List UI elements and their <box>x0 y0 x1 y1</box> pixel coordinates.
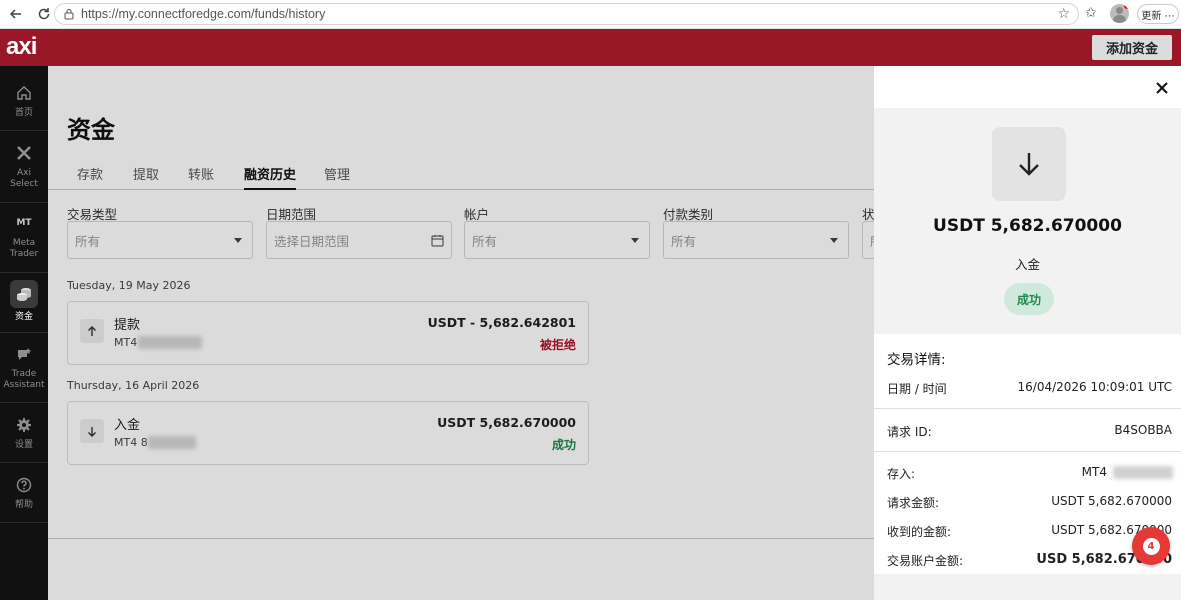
bookmark-star-icon[interactable]: ☆ <box>1057 6 1070 22</box>
sidebar-item-home[interactable]: 首页 <box>0 82 48 119</box>
sidebar-item-settings[interactable]: 设置 <box>0 414 48 451</box>
sidebar-item-label: Axi Select <box>10 168 38 189</box>
add-funds-button[interactable]: 添加资金 <box>1092 35 1172 60</box>
modal-backdrop[interactable] <box>48 66 874 600</box>
row-value: B4SOBBA <box>1114 423 1172 437</box>
notification-badge[interactable]: 4 <box>1132 527 1170 565</box>
badge-count: 4 <box>1142 537 1160 555</box>
app-header: axi 添加资金 <box>0 29 1181 66</box>
coins-icon <box>10 280 38 308</box>
notification-dot <box>1124 4 1129 9</box>
axi-logo[interactable]: axi <box>6 33 37 61</box>
panel-transaction-type: 入金 <box>1014 257 1040 272</box>
mt-icon: MT <box>16 217 32 228</box>
arrow-down-icon <box>992 127 1066 201</box>
sidebar-item-trade-assistant[interactable]: Trade Assistant <box>0 343 48 391</box>
sidebar-item-label: Meta Trader <box>9 238 39 259</box>
row-label: 交易账户金额: <box>887 554 964 568</box>
sidebar-item-label: Trade Assistant <box>3 369 45 390</box>
reload-icon[interactable] <box>34 4 54 24</box>
trade-assistant-icon <box>16 343 32 365</box>
panel-footer <box>874 574 1181 600</box>
close-icon[interactable] <box>1155 80 1169 94</box>
row-label: 存入: <box>887 467 916 481</box>
url-text: https://my.connectforedge.com/funds/hist… <box>81 7 326 21</box>
section-title: 交易详情: <box>887 352 946 368</box>
favorites-icon[interactable]: ✩ <box>1085 5 1097 21</box>
detail-row-datetime: 日期 / 时间 16/04/2026 10:09:01 UTC <box>887 380 1172 397</box>
sidebar-item-axi-select[interactable]: Axi Select <box>0 142 48 190</box>
row-value: 16/04/2026 10:09:01 UTC <box>1017 380 1172 394</box>
help-icon <box>16 474 32 496</box>
detail-row-received-amount: 收到的金额: USDT 5,682.670000 <box>887 523 1172 540</box>
detail-row-requested-amount: 请求金额: USDT 5,682.670000 <box>887 494 1172 511</box>
detail-row-account-amount: 交易账户金额: USD 5,682.670000 <box>887 552 1172 569</box>
update-button[interactable]: 更新 ⋯ <box>1137 4 1179 24</box>
gear-icon <box>16 414 32 436</box>
status-badge: 成功 <box>1004 283 1054 315</box>
row-value: USDT 5,682.670000 <box>1051 494 1172 508</box>
site-info-icon[interactable] <box>59 8 79 20</box>
row-label: 请求金额: <box>887 496 940 510</box>
browser-toolbar: https://my.connectforedge.com/funds/hist… <box>0 0 1181 29</box>
transaction-detail-panel: USDT 5,682.670000 入金 成功 交易详情: 日期 / 时间 16… <box>874 66 1181 600</box>
panel-amount: USDT 5,682.670000 <box>933 216 1122 236</box>
sidebar: 首页 Axi Select MT Meta Trader 资金 Trade As… <box>0 66 48 600</box>
sidebar-item-label: 设置 <box>14 440 33 450</box>
row-label: 请求 ID: <box>887 425 932 439</box>
sidebar-item-help[interactable]: 帮助 <box>0 474 48 511</box>
back-arrow-icon[interactable] <box>6 4 26 24</box>
sidebar-item-label: 首页 <box>14 108 33 118</box>
detail-row-request-id: 请求 ID: B4SOBBA <box>887 423 1172 440</box>
sidebar-item-label: 资金 <box>14 312 33 322</box>
row-value: MT4 <box>1081 465 1107 479</box>
sidebar-item-metatrader[interactable]: MT Meta Trader <box>0 212 48 260</box>
redacted-account-number <box>1113 466 1173 479</box>
row-label: 日期 / 时间 <box>887 382 947 396</box>
axi-x-icon <box>16 142 32 164</box>
home-icon <box>16 82 32 104</box>
panel-summary: USDT 5,682.670000 入金 成功 <box>874 108 1181 334</box>
sidebar-item-label: 帮助 <box>14 500 33 510</box>
row-label: 收到的金额: <box>887 525 952 539</box>
profile-avatar[interactable] <box>1110 4 1129 23</box>
address-bar[interactable]: https://my.connectforedge.com/funds/hist… <box>54 3 1079 25</box>
sidebar-item-funds[interactable]: 资金 <box>0 280 48 323</box>
